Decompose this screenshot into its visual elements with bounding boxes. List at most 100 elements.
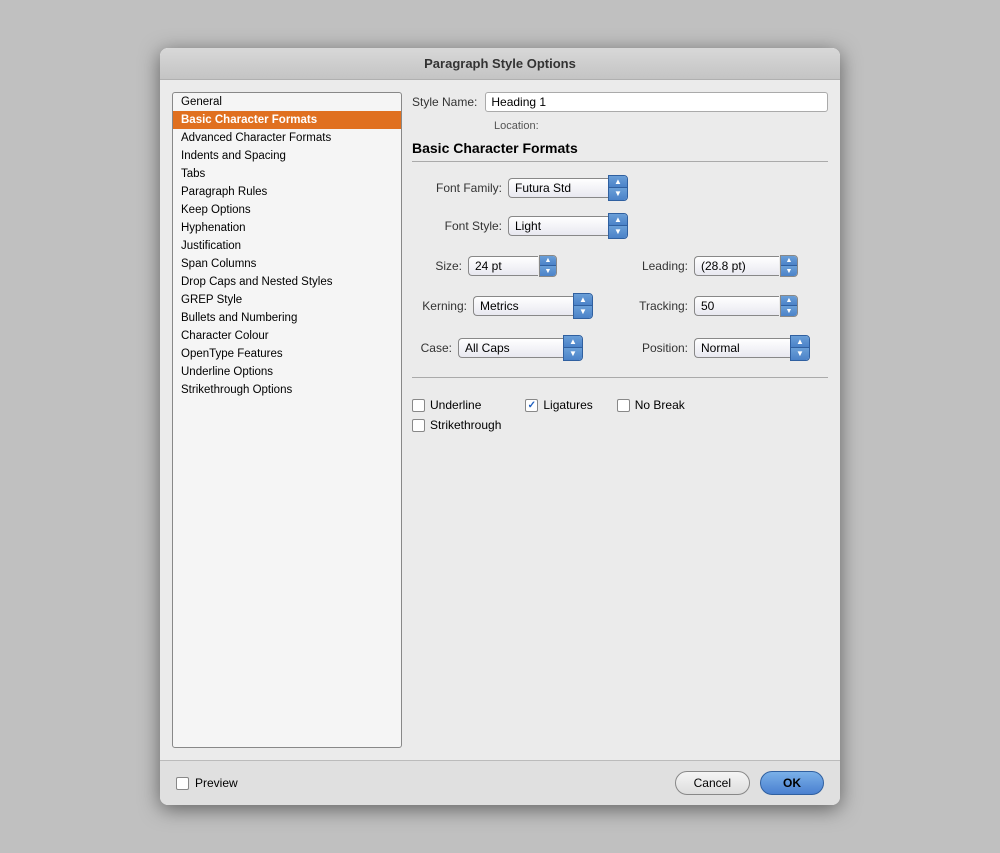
tracking-down-btn[interactable]: ▼ bbox=[781, 306, 797, 316]
position-row: Position: Normal ▲ ▼ bbox=[626, 335, 828, 361]
case-stepper: ▲ ▼ bbox=[563, 335, 583, 361]
preview-row: Preview bbox=[176, 776, 238, 790]
underline-checkbox[interactable] bbox=[412, 399, 425, 412]
size-label: Size: bbox=[412, 259, 462, 273]
kerning-value[interactable]: Metrics bbox=[473, 296, 573, 316]
font-style-control: Light ▲ ▼ bbox=[508, 213, 828, 239]
style-name-input[interactable] bbox=[485, 92, 828, 112]
font-family-control: Futura Std ▲ ▼ bbox=[508, 175, 828, 201]
section-title: Basic Character Formats bbox=[412, 140, 828, 162]
kerning-up-btn[interactable]: ▲ bbox=[574, 294, 592, 306]
strikethrough-row: Strikethrough bbox=[412, 418, 501, 432]
font-family-down-btn[interactable]: ▼ bbox=[609, 188, 627, 200]
leading-control: (28.8 pt) ▲ ▼ bbox=[694, 255, 798, 277]
ligatures-checkbox[interactable] bbox=[525, 399, 538, 412]
tracking-stepper: ▲ ▼ bbox=[780, 295, 798, 317]
tracking-label: Tracking: bbox=[626, 299, 688, 313]
preview-checkbox[interactable] bbox=[176, 777, 189, 790]
sidebar-item-bullets-numbering[interactable]: Bullets and Numbering bbox=[173, 309, 401, 327]
font-family-stepper: ▲ ▼ bbox=[608, 175, 628, 201]
size-up-btn[interactable]: ▲ bbox=[540, 256, 556, 266]
case-value[interactable]: All Caps bbox=[458, 338, 563, 358]
sidebar-item-tabs[interactable]: Tabs bbox=[173, 165, 401, 183]
case-control: All Caps ▲ ▼ bbox=[458, 335, 614, 361]
sidebar-item-advanced-character-formats[interactable]: Advanced Character Formats bbox=[173, 129, 401, 147]
sidebar: General Basic Character Formats Advanced… bbox=[172, 92, 402, 748]
size-control: 24 pt ▲ ▼ bbox=[468, 255, 557, 277]
tracking-row: Tracking: 50 ▲ ▼ bbox=[626, 293, 828, 319]
cancel-button[interactable]: Cancel bbox=[675, 771, 750, 795]
sidebar-item-general[interactable]: General bbox=[173, 93, 401, 111]
font-style-up-btn[interactable]: ▲ bbox=[609, 214, 627, 226]
location-label: Location: bbox=[494, 120, 539, 132]
size-row: Size: 24 pt ▲ ▼ bbox=[412, 255, 614, 277]
case-down-btn[interactable]: ▼ bbox=[564, 348, 582, 360]
font-family-value[interactable]: Futura Std bbox=[508, 178, 608, 198]
strikethrough-label: Strikethrough bbox=[430, 418, 501, 432]
kerning-label: Kerning: bbox=[412, 299, 467, 313]
font-family-label: Font Family: bbox=[412, 181, 502, 195]
preview-label: Preview bbox=[195, 776, 238, 790]
sidebar-item-character-colour[interactable]: Character Colour bbox=[173, 327, 401, 345]
position-up-btn[interactable]: ▲ bbox=[791, 336, 809, 348]
dialog-title: Paragraph Style Options bbox=[424, 56, 576, 71]
ligatures-label: Ligatures bbox=[543, 398, 592, 412]
style-name-label: Style Name: bbox=[412, 95, 477, 109]
underline-label: Underline bbox=[430, 398, 481, 412]
case-up-btn[interactable]: ▲ bbox=[564, 336, 582, 348]
checkbox-col-left: Underline Strikethrough bbox=[412, 398, 501, 432]
font-family-row: Font Family: Futura Std ▲ ▼ bbox=[412, 175, 828, 201]
size-down-btn[interactable]: ▼ bbox=[540, 266, 556, 276]
sidebar-item-span-columns[interactable]: Span Columns bbox=[173, 255, 401, 273]
dialog-footer: Preview Cancel OK bbox=[160, 760, 840, 805]
font-family-up-btn[interactable]: ▲ bbox=[609, 176, 627, 188]
sidebar-item-justification[interactable]: Justification bbox=[173, 237, 401, 255]
footer-buttons: Cancel OK bbox=[675, 771, 824, 795]
checkbox-col-right: No Break bbox=[617, 398, 685, 412]
style-name-row: Style Name: bbox=[412, 92, 828, 112]
title-bar: Paragraph Style Options bbox=[160, 48, 840, 80]
sidebar-item-opentype-features[interactable]: OpenType Features bbox=[173, 345, 401, 363]
sidebar-item-grep-style[interactable]: GREP Style bbox=[173, 291, 401, 309]
font-style-label: Font Style: bbox=[412, 219, 502, 233]
leading-value[interactable]: (28.8 pt) bbox=[694, 256, 779, 276]
sidebar-item-paragraph-rules[interactable]: Paragraph Rules bbox=[173, 183, 401, 201]
kerning-control: Metrics ▲ ▼ bbox=[473, 293, 614, 319]
position-down-btn[interactable]: ▼ bbox=[791, 348, 809, 360]
kerning-stepper: ▲ ▼ bbox=[573, 293, 593, 319]
no-break-checkbox[interactable] bbox=[617, 399, 630, 412]
sidebar-item-hyphenation[interactable]: Hyphenation bbox=[173, 219, 401, 237]
sidebar-item-keep-options[interactable]: Keep Options bbox=[173, 201, 401, 219]
right-panel: Style Name: Location: Basic Character Fo… bbox=[412, 92, 828, 748]
kerning-tracking-row: Kerning: Metrics ▲ ▼ Tracking: 50 bbox=[412, 293, 828, 319]
font-style-down-btn[interactable]: ▼ bbox=[609, 226, 627, 238]
location-row: Location: bbox=[412, 120, 828, 132]
tracking-up-btn[interactable]: ▲ bbox=[781, 296, 797, 306]
size-leading-row: Size: 24 pt ▲ ▼ Leading: (28.8 pt) bbox=[412, 255, 828, 277]
tracking-value[interactable]: 50 bbox=[694, 296, 779, 316]
sidebar-item-underline-options[interactable]: Underline Options bbox=[173, 363, 401, 381]
strikethrough-checkbox[interactable] bbox=[412, 419, 425, 432]
kerning-down-btn[interactable]: ▼ bbox=[574, 306, 592, 318]
position-value[interactable]: Normal bbox=[694, 338, 790, 358]
sidebar-item-indents-and-spacing[interactable]: Indents and Spacing bbox=[173, 147, 401, 165]
font-style-stepper: ▲ ▼ bbox=[608, 213, 628, 239]
dialog-window: Paragraph Style Options General Basic Ch… bbox=[160, 48, 840, 805]
ligatures-row: Ligatures bbox=[525, 398, 592, 412]
underline-row: Underline bbox=[412, 398, 501, 412]
sidebar-item-basic-character-formats[interactable]: Basic Character Formats bbox=[173, 111, 401, 129]
sidebar-item-strikethrough-options[interactable]: Strikethrough Options bbox=[173, 381, 401, 399]
leading-label: Leading: bbox=[626, 259, 688, 273]
dialog-body: General Basic Character Formats Advanced… bbox=[160, 80, 840, 760]
leading-up-btn[interactable]: ▲ bbox=[781, 256, 797, 266]
sidebar-item-drop-caps-nested[interactable]: Drop Caps and Nested Styles bbox=[173, 273, 401, 291]
kerning-row: Kerning: Metrics ▲ ▼ bbox=[412, 293, 614, 319]
position-control: Normal ▲ ▼ bbox=[694, 335, 828, 361]
size-value[interactable]: 24 pt bbox=[468, 256, 538, 276]
ok-button[interactable]: OK bbox=[760, 771, 824, 795]
position-stepper: ▲ ▼ bbox=[790, 335, 810, 361]
tracking-control: 50 ▲ ▼ bbox=[694, 295, 798, 317]
leading-down-btn[interactable]: ▼ bbox=[781, 266, 797, 276]
font-style-value[interactable]: Light bbox=[508, 216, 608, 236]
checkbox-col-middle: Ligatures bbox=[525, 398, 592, 412]
